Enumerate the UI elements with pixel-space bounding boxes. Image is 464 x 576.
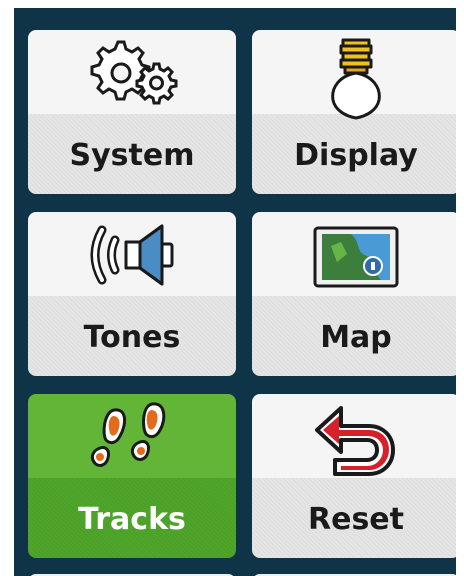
map-icon: [311, 218, 401, 297]
footprints-icon: [84, 400, 180, 489]
tones-label: Tones: [83, 320, 181, 355]
reset-label: Reset: [308, 502, 404, 537]
reset-tile[interactable]: Reset: [252, 394, 456, 558]
display-tile[interactable]: Display: [252, 30, 456, 194]
lightbulb-icon: [321, 36, 391, 131]
tones-tile[interactable]: Tones: [28, 212, 236, 376]
map-label: Map: [320, 320, 392, 355]
tracks-tile[interactable]: Tracks: [28, 394, 236, 558]
speaker-icon: [84, 218, 180, 297]
map-tile[interactable]: Map: [252, 212, 456, 376]
display-label: Display: [294, 138, 418, 173]
tracks-label: Tracks: [78, 502, 186, 537]
gears-icon: [84, 36, 180, 113]
system-tile[interactable]: System: [28, 30, 236, 194]
reset-arrow-icon: [311, 400, 401, 485]
settings-menu-screen: System Display Tones Map Tracks Reset: [14, 8, 456, 576]
system-label: System: [69, 138, 195, 173]
